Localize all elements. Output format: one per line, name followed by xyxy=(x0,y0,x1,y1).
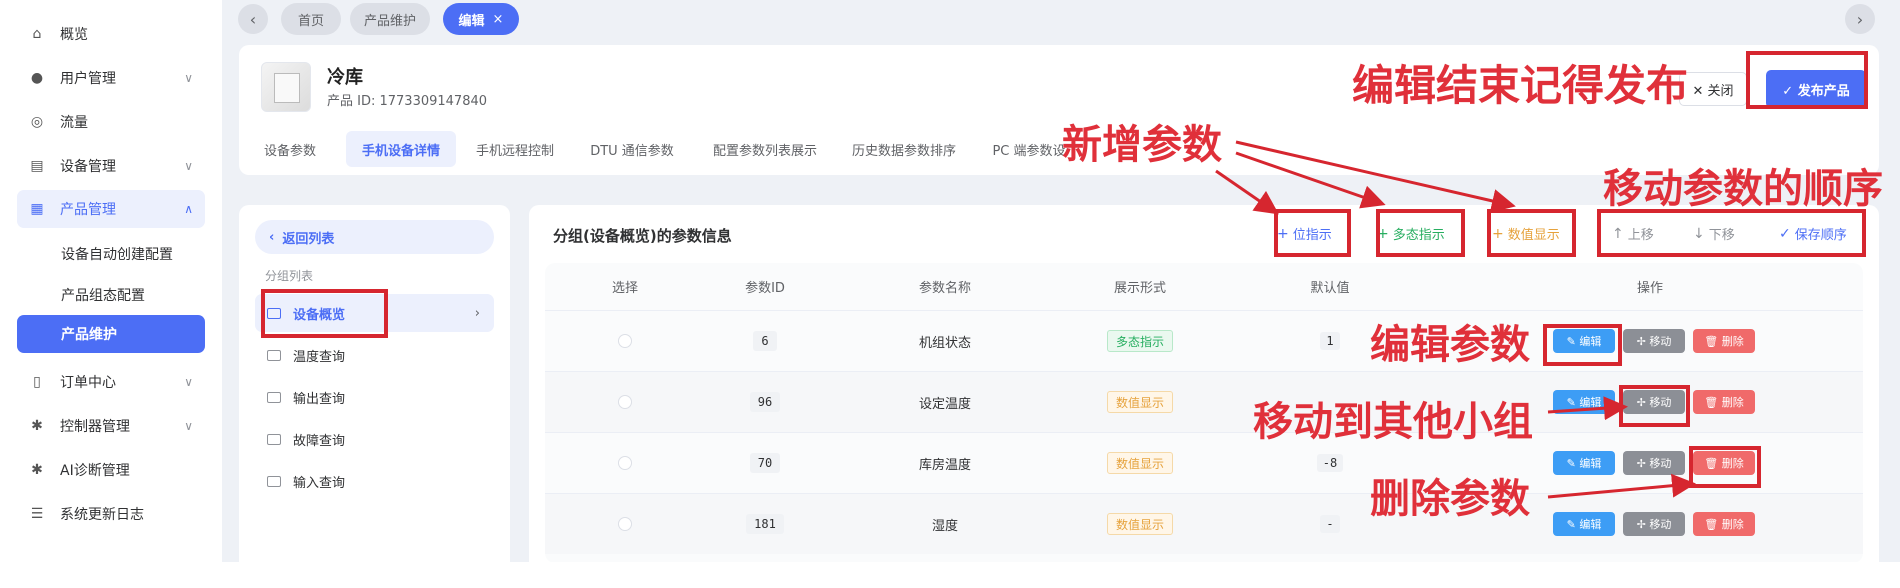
arrow-to-move xyxy=(1547,396,1628,421)
arrow-to-add-bit xyxy=(1215,169,1279,215)
arrow-to-delete xyxy=(1547,473,1696,499)
app-window: ⌂ 概览 ● 用户管理 ∨ ◎ 流量 ▤ 设备管理 ∨ ▦ 产品管理 ∧ 设备自… xyxy=(0,0,1900,562)
arrow-to-add-multistate xyxy=(1235,151,1386,209)
arrow-to-add-numeric xyxy=(1235,140,1516,213)
annotation-arrows xyxy=(1215,140,1696,499)
